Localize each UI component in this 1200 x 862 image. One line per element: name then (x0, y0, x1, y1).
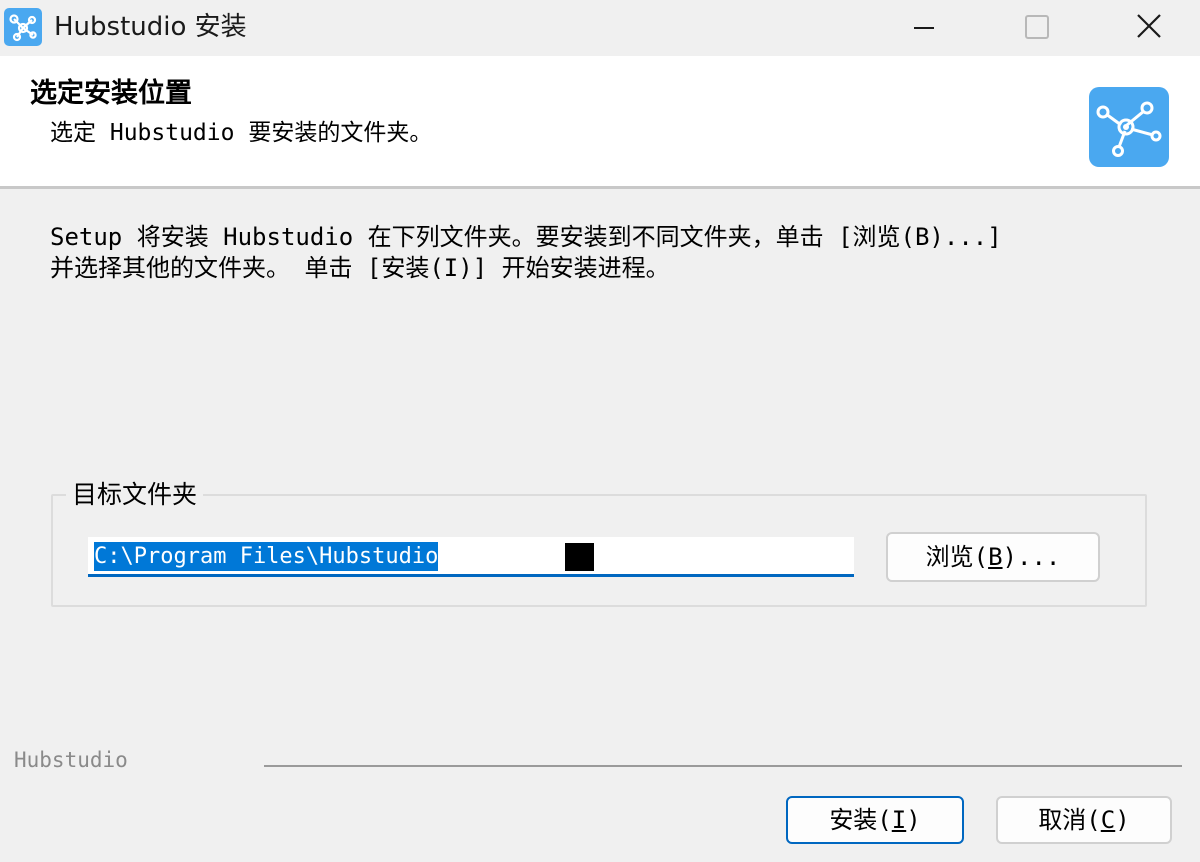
cancel-label-prefix: 取消( (1038, 806, 1101, 834)
browse-button[interactable]: 浏览(B)... (886, 532, 1100, 582)
maximize-button[interactable] (990, 0, 1090, 56)
instructions-line: Setup 将安装 Hubstudio 在下列文件夹。要安装到不同文件夹，单击 … (50, 223, 1002, 251)
text-cursor (565, 543, 594, 571)
app-icon (4, 8, 42, 46)
minimize-icon (914, 27, 934, 29)
footer-divider (264, 765, 1182, 767)
install-path-input[interactable]: C:\Program Files\Hubstudio (88, 537, 854, 577)
cancel-mnemonic: C (1100, 806, 1116, 834)
destination-folder-label: 目标文件夹 (66, 478, 204, 512)
cancel-button[interactable]: 取消(C) (996, 796, 1172, 844)
instructions-text: Setup 将安装 Hubstudio 在下列文件夹。要安装到不同文件夹，单击 … (50, 222, 1160, 284)
install-mnemonic: I (891, 806, 907, 834)
window-title: Hubstudio 安装 (54, 12, 247, 42)
title-bar[interactable]: Hubstudio 安装 (0, 0, 1200, 56)
browse-label-suffix: )... (1002, 543, 1061, 571)
instructions-line: 并选择其他的文件夹。 单击 [安装(I)] 开始安装进程。 (50, 254, 670, 282)
cancel-label-suffix: ) (1115, 806, 1130, 834)
page-subtitle: 选定 Hubstudio 要安装的文件夹。 (50, 120, 433, 146)
minimize-button[interactable] (880, 0, 980, 56)
page-title: 选定安装位置 (30, 78, 192, 109)
browse-label-prefix: 浏览( (925, 543, 989, 571)
install-label-prefix: 安装( (829, 806, 892, 834)
install-path-value: C:\Program Files\Hubstudio (94, 542, 439, 571)
browse-mnemonic: B (988, 543, 1003, 571)
header-divider (0, 186, 1200, 189)
close-icon (1137, 14, 1161, 38)
install-label-suffix: ) (906, 806, 921, 834)
installer-window: Hubstudio 安装 选定安装位置 选定 Hubstudio 要安装的文件夹… (0, 0, 1200, 862)
hubstudio-logo-icon (1089, 87, 1169, 167)
brand-footer-text: Hubstudio (14, 748, 128, 772)
maximize-icon (1025, 15, 1049, 39)
close-button[interactable] (1100, 0, 1200, 56)
install-button[interactable]: 安装(I) (786, 796, 964, 844)
